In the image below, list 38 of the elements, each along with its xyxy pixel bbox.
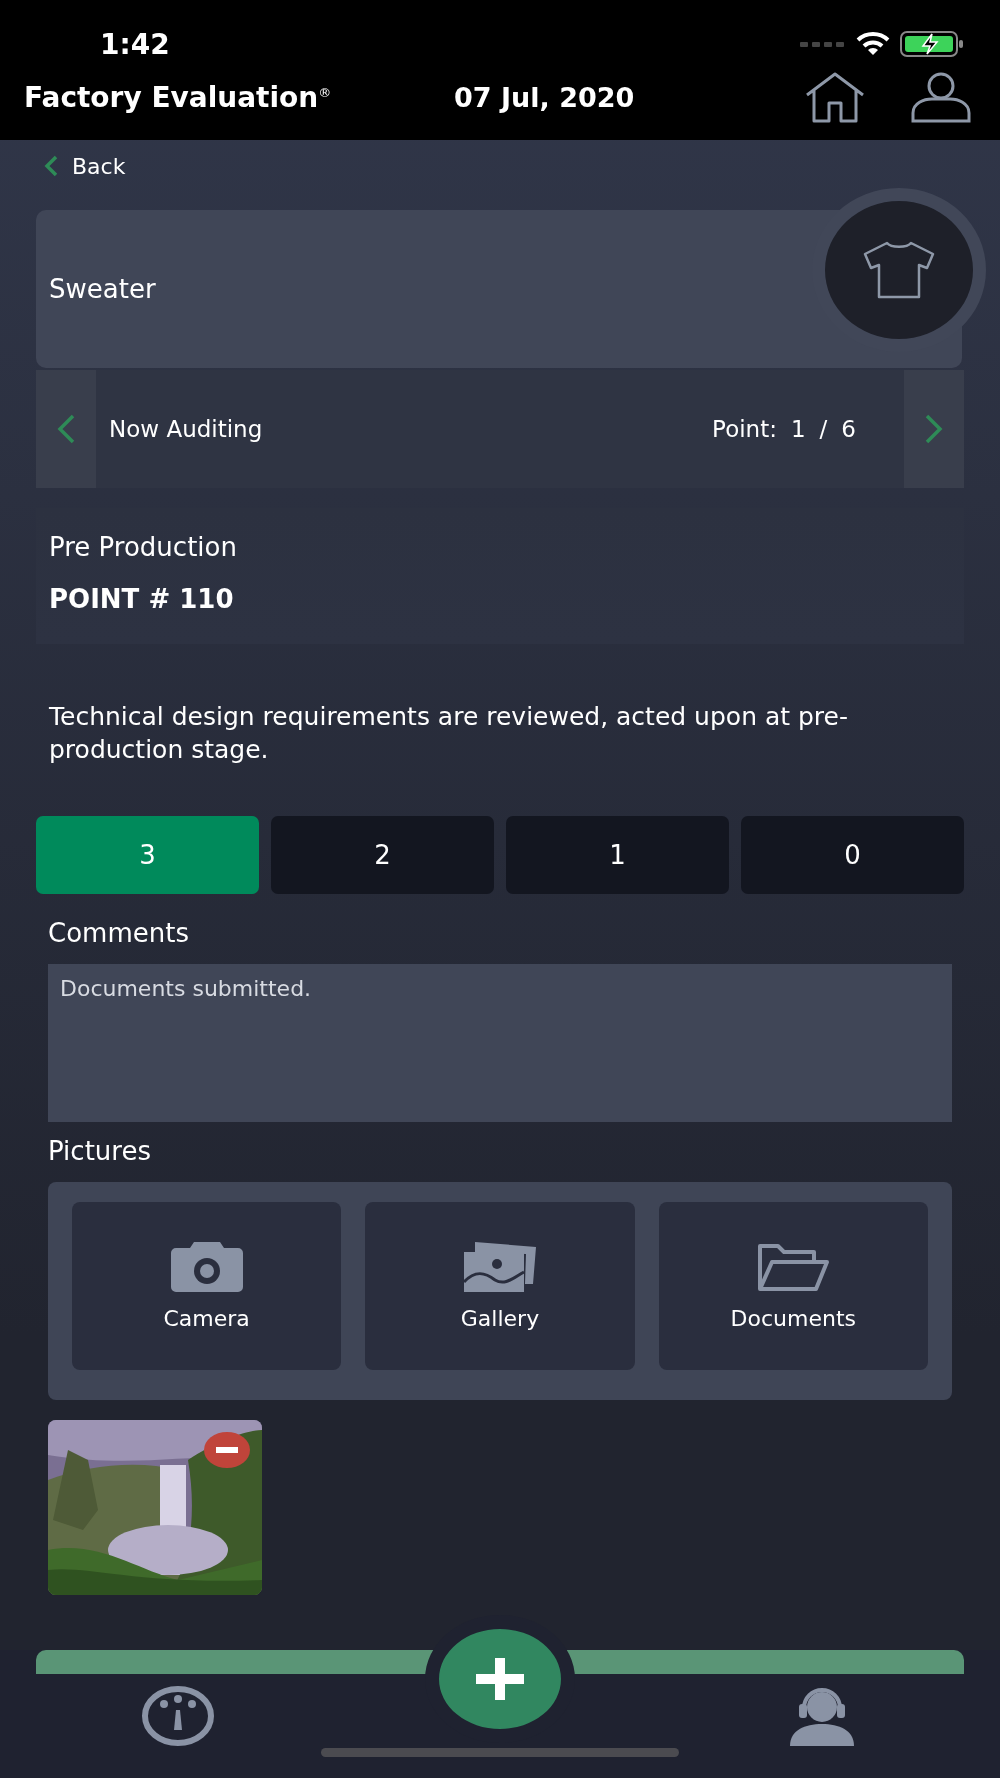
wifi-icon [856,32,890,56]
point-total: 6 [841,416,856,442]
plus-icon [476,1658,524,1700]
point-category: Pre Production [49,532,238,562]
folder-icon [756,1241,831,1292]
picture-source-button[interactable]: Gallery [365,1202,635,1370]
signal-icon [800,40,846,48]
user-icon[interactable] [910,71,972,123]
dashboard-icon[interactable] [141,1686,215,1746]
score-button[interactable]: 0 [741,816,964,894]
camera-icon [169,1241,244,1292]
chevron-left-icon [56,413,76,445]
score-button[interactable]: 1 [506,816,729,894]
point-description: Technical design requirements are reviewed, acted upon at pre-production stage. [49,701,849,766]
header-date: 07 Jul, 2020 [454,81,636,113]
point-separator: / [819,416,828,442]
chevron-right-icon [924,413,944,445]
back-button[interactable]: Back [40,148,130,184]
chevron-left-icon [44,155,58,177]
battery-icon [900,31,964,57]
point-current: 1 [790,416,806,442]
shirt-icon [861,240,937,300]
status-time: 1:42 [100,27,170,61]
picture-source-button[interactable]: Documents [658,1202,928,1370]
gallery-icon [463,1241,537,1292]
comments-label: Comments [48,918,190,948]
score-button[interactable]: 3 [36,816,259,894]
minus-icon [216,1447,238,1453]
score-button[interactable]: 2 [271,816,494,894]
point-number: POINT # 110 [49,584,235,614]
product-name: Sweater [49,274,156,304]
pictures-label: Pictures [48,1136,152,1166]
now-auditing-label: Now Auditing [108,416,264,442]
home-icon[interactable] [804,71,866,123]
point-label: Point: [712,416,777,442]
picture-source-button[interactable]: Camera [72,1202,342,1370]
comments-field[interactable]: Documents submitted. [48,964,952,1122]
app-title: Factory Evaluation$^{®}$ [24,80,333,114]
